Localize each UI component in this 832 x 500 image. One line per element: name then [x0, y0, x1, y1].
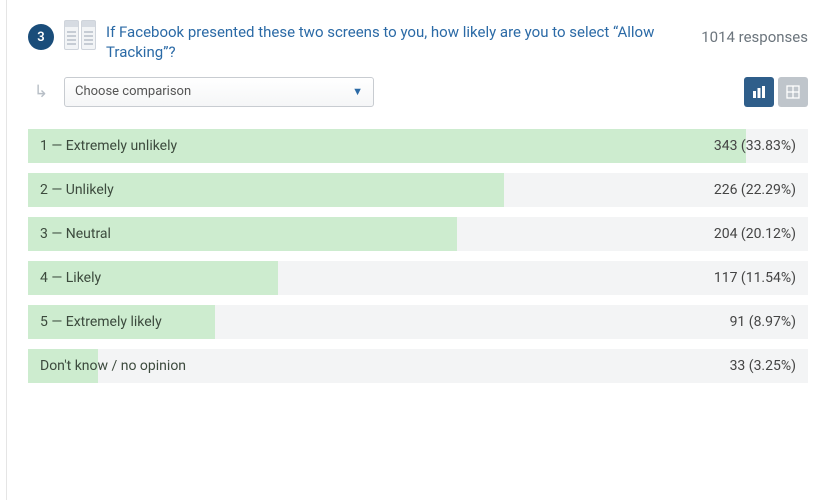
grid-icon — [785, 84, 801, 100]
compare-dropdown[interactable]: Choose comparison ▼ — [64, 77, 374, 107]
bar-chart-icon — [751, 84, 767, 100]
result-bar-value: 33 (3.25%) — [730, 358, 796, 374]
result-bar-value: 204 (20.12%) — [714, 226, 796, 242]
result-bar-row: 2 — Unlikely 226 (22.29%) — [28, 173, 808, 207]
result-bar-value: 226 (22.29%) — [714, 182, 796, 198]
chart-view-button[interactable] — [744, 77, 774, 107]
chevron-down-icon: ▼ — [352, 85, 363, 98]
result-bar-value: 117 (11.54%) — [714, 270, 796, 286]
results-bar-list: 1 — Extremely unlikely 343 (33.83%) 2 — Un… — [28, 129, 808, 383]
result-bar-label: 4 — Likely — [28, 270, 101, 286]
result-bar-row: 3 — Neutral 204 (20.12%) — [28, 217, 808, 251]
result-bar-label: 3 — Neutral — [28, 226, 111, 242]
result-bar-row: 5 — Extremely likely 91 (8.97%) — [28, 305, 808, 339]
question-number-badge: 3 — [28, 24, 54, 50]
result-bar-row: 4 — Likely 117 (11.54%) — [28, 261, 808, 295]
screenshot-thumb-2[interactable] — [81, 20, 96, 50]
result-bar-value: 91 (8.97%) — [730, 314, 796, 330]
result-bar-label: 1 — Extremely unlikely — [28, 138, 177, 154]
view-toggle — [744, 77, 808, 107]
sub-arrow-icon: ↳ — [28, 82, 54, 102]
result-bar-value: 343 (33.83%) — [714, 138, 796, 154]
table-view-button[interactable] — [778, 77, 808, 107]
response-count: 1014 responses — [701, 18, 808, 46]
compare-dropdown-label: Choose comparison — [75, 84, 191, 99]
result-bar-row: Don't know / no opinion 33 (3.25%) — [28, 349, 808, 383]
question-screenshot-thumbnails[interactable] — [64, 20, 96, 50]
result-bar-label: 5 — Extremely likely — [28, 314, 162, 330]
result-bar-row: 1 — Extremely unlikely 343 (33.83%) — [28, 129, 808, 163]
result-bar-label: 2 — Unlikely — [28, 182, 114, 198]
question-text: If Facebook presented these two screens … — [106, 18, 691, 63]
screenshot-thumb-1[interactable] — [64, 20, 79, 50]
result-bar-label: Don't know / no opinion — [28, 358, 186, 374]
